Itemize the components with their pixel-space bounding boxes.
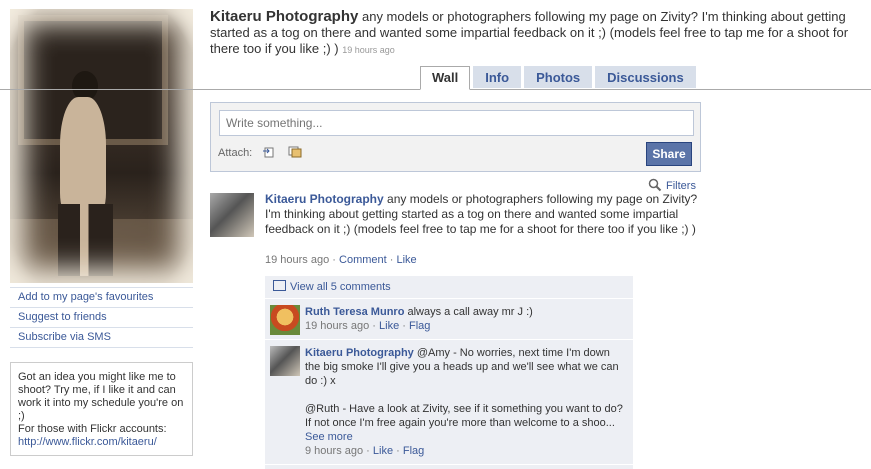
commenter-avatar[interactable] (270, 346, 300, 376)
meta-separator: · (402, 320, 406, 332)
comment-item: Kitaeru Photography @Amy - No worries, n… (265, 340, 633, 465)
comment-author-link[interactable]: Kitaeru Photography (305, 347, 414, 359)
tab-bar: Wall Info Photos Discussions (420, 66, 699, 90)
comment-time: 9 hours ago (305, 445, 364, 457)
profile-actions: Add to my page's favourites Suggest to f… (10, 287, 193, 348)
story-author-link[interactable]: Kitaeru Photography (265, 192, 384, 206)
comment-item: Ruth Teresa Munro always a call away mr … (265, 299, 633, 340)
photo-vignette (10, 9, 193, 283)
view-all-label: View all 5 comments (290, 281, 391, 293)
attach-photo-icon[interactable] (288, 146, 302, 158)
magnifier-icon (648, 178, 662, 192)
meta-separator: · (389, 254, 394, 266)
meta-separator: · (332, 254, 336, 266)
story-time: 19 hours ago (265, 254, 330, 266)
suggest-to-friends-link[interactable]: Suggest to friends (10, 308, 193, 328)
comment-text-continued: @Ruth - Have a look at Zivity, see if it… (305, 403, 623, 429)
flickr-label: For those with Flickr accounts: (18, 423, 167, 435)
comment-like-link[interactable]: Like (373, 445, 393, 457)
attach-label: Attach: (218, 147, 253, 159)
comment-link[interactable]: Comment (339, 254, 387, 266)
profile-picture[interactable] (10, 9, 193, 283)
meta-separator: · (372, 320, 376, 332)
comment-like-link[interactable]: Like (379, 320, 399, 332)
comment-time: 19 hours ago (305, 320, 370, 332)
comment-author-link[interactable]: Ruth Teresa Munro (305, 306, 404, 318)
story-body: Kitaeru Photography any models or photog… (265, 192, 700, 237)
tab-discussions[interactable]: Discussions (595, 66, 696, 88)
page-title[interactable]: Kitaeru Photography (210, 8, 358, 25)
share-button[interactable]: Share (646, 142, 692, 166)
comments-bottom-strip (265, 465, 633, 469)
meta-separator: · (396, 445, 400, 457)
filters-label: Filters (666, 180, 696, 192)
see-more-link[interactable]: See more (305, 431, 353, 443)
view-all-comments-link[interactable]: View all 5 comments (265, 276, 633, 299)
attach-link-icon[interactable] (262, 146, 276, 158)
like-link[interactable]: Like (397, 254, 417, 266)
flickr-url-link[interactable]: http://www.flickr.com/kitaeru/ (18, 436, 157, 448)
meta-separator: · (366, 445, 370, 457)
add-to-favourites-link[interactable]: Add to my page's favourites (10, 287, 193, 308)
tab-wall[interactable]: Wall (420, 66, 471, 90)
story-avatar[interactable] (210, 193, 254, 237)
info-box: Got an idea you might like me to shoot? … (10, 362, 193, 456)
write-something-input[interactable] (219, 110, 694, 136)
comment-flag-link[interactable]: Flag (409, 320, 430, 332)
commenter-avatar[interactable] (270, 305, 300, 335)
comment-text: always a call away mr J :) (407, 306, 533, 318)
info-box-text: Got an idea you might like me to shoot? … (18, 371, 184, 422)
comments-list: View all 5 comments Ruth Teresa Munro al… (265, 276, 633, 469)
status-time: 19 hours ago (342, 45, 395, 55)
page-header: Kitaeru Photography any models or photog… (210, 9, 871, 58)
tab-info[interactable]: Info (473, 66, 522, 88)
filters-link[interactable]: Filters (648, 178, 696, 192)
tab-photos[interactable]: Photos (524, 66, 593, 88)
comment-flag-link[interactable]: Flag (403, 445, 424, 457)
subscribe-sms-link[interactable]: Subscribe via SMS (10, 328, 193, 348)
wall-composer: Attach: Share (210, 102, 701, 172)
comment-bubble-icon (273, 280, 286, 291)
story-meta: 19 hours ago · Comment · Like (265, 254, 417, 266)
